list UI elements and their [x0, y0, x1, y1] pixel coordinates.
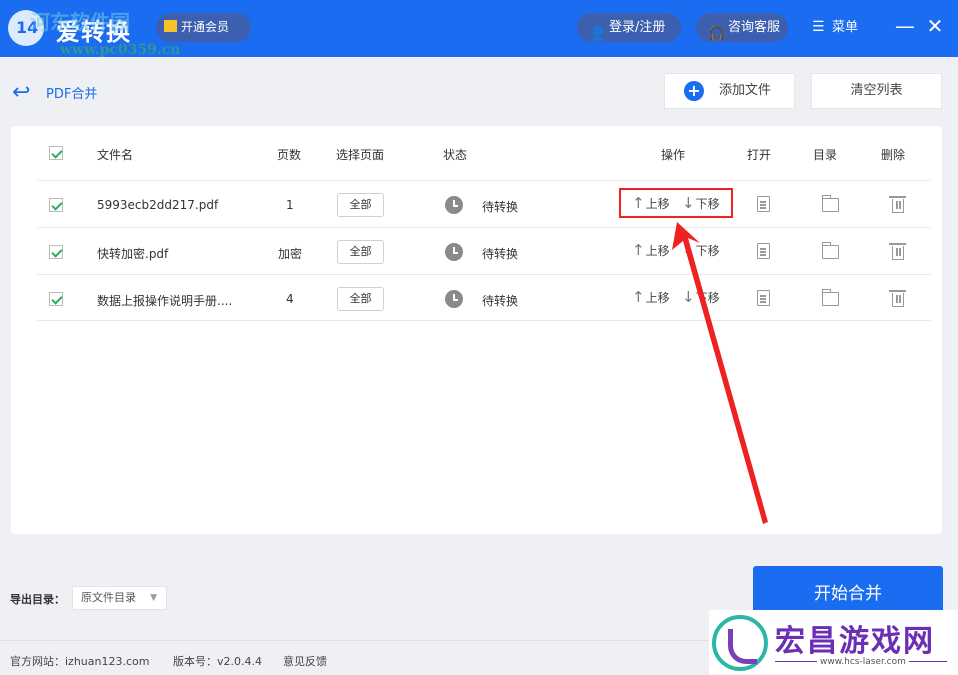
add-file-label: 添加文件 [719, 83, 772, 98]
clock-icon [445, 290, 463, 308]
clock-icon [445, 243, 463, 261]
row-filename: 5993ecb2dd217.pdf [97, 198, 219, 212]
open-file-icon[interactable] [757, 290, 770, 306]
watermark-logo-icon [712, 615, 768, 671]
watermark-text: 河东软件园 [30, 10, 130, 34]
export-value: 原文件目录 [81, 591, 136, 604]
login-button[interactable]: 👤 登录/注册 [577, 13, 681, 42]
row-checkbox[interactable] [49, 198, 63, 212]
export-directory-select[interactable]: 原文件目录 ▼ [72, 586, 167, 610]
row-filename: 快转加密.pdf [97, 247, 169, 261]
plus-icon: + [684, 81, 704, 101]
close-button[interactable]: ✕ [923, 14, 947, 38]
arrow-down-icon: ↓ [682, 241, 695, 259]
row-checkbox[interactable] [49, 292, 63, 306]
row-checkbox[interactable] [49, 245, 63, 259]
footer-feedback[interactable]: 意见反馈 [283, 653, 327, 669]
folder-icon[interactable] [821, 289, 839, 306]
menu-button[interactable]: ☰ 菜单 [812, 13, 858, 42]
user-icon: 👤 [589, 26, 607, 42]
header-select-pages: 选择页面 [336, 148, 385, 162]
row-status: 待转换 [482, 200, 519, 214]
vip-label: 开通会员 [181, 20, 230, 34]
header-pages: 页数 [277, 148, 302, 162]
export-label: 导出目录： [10, 593, 65, 606]
trash-icon[interactable] [889, 290, 906, 307]
caret-down-icon: ▼ [150, 593, 157, 603]
move-down-label: 下移 [695, 291, 720, 305]
header-filename: 文件名 [97, 148, 134, 162]
clock-icon [445, 196, 463, 214]
header-delete: 删除 [881, 148, 906, 162]
service-button[interactable]: 🎧 咨询客服 [696, 13, 788, 42]
folder-icon[interactable] [821, 195, 839, 212]
gift-icon [164, 20, 177, 32]
vip-button[interactable]: 开通会员 [156, 13, 251, 42]
corner-watermark-url: www.hcs-laser.com [817, 657, 909, 667]
row-pages: 4 [286, 292, 294, 306]
select-pages-button[interactable]: 全部 [337, 193, 384, 217]
row-status: 待转换 [482, 294, 519, 308]
header-open: 打开 [747, 148, 772, 162]
highlight-box [619, 188, 733, 218]
footer-website[interactable]: 官方网站：izhuan123.com [10, 653, 149, 669]
select-pages-button[interactable]: 全部 [337, 287, 384, 311]
menu-label: 菜单 [832, 20, 859, 35]
title-bar: 14 爱转换 河东软件园 www.pc0359.cn 开通会员 👤 登录/注册 🎧… [0, 0, 958, 58]
header-actions: 操作 [661, 148, 686, 162]
service-label: 咨询客服 [728, 20, 781, 35]
header-status: 状态 [443, 148, 468, 162]
header-directory: 目录 [813, 148, 838, 162]
trash-icon[interactable] [889, 196, 906, 213]
minimize-button[interactable]: — [893, 14, 917, 38]
trash-icon[interactable] [889, 243, 906, 260]
menu-icon: ☰ [812, 19, 825, 35]
select-all-checkbox[interactable] [49, 146, 63, 160]
row-pages: 加密 [278, 247, 303, 261]
table-row: 5993ecb2dd217.pdf 1 全部 待转换 ↑上移 ↓下移 [37, 180, 931, 227]
select-pages-button[interactable]: 全部 [337, 240, 384, 264]
file-table: 文件名 页数 选择页面 状态 操作 打开 目录 删除 5993ecb2dd217… [11, 126, 942, 534]
arrow-up-icon: ↑ [632, 288, 645, 306]
row-status: 待转换 [482, 247, 519, 261]
open-file-icon[interactable] [757, 196, 770, 212]
move-down-label: 下移 [695, 244, 720, 258]
table-row: 快转加密.pdf 加密 全部 待转换 ↑上移 ↓下移 [37, 227, 931, 274]
open-file-icon[interactable] [757, 243, 770, 259]
table-row: 数据上报操作说明手册.... 4 全部 待转换 ↑上移 ↓下移 [37, 274, 931, 321]
footer-version: 版本号：v2.0.4.4 [173, 655, 262, 668]
clear-list-button[interactable]: 清空列表 [811, 73, 942, 109]
move-up-button[interactable]: ↑上移 [632, 241, 670, 259]
move-up-label: 上移 [645, 291, 670, 305]
headset-icon: 🎧 [708, 26, 726, 42]
move-down-button[interactable]: ↓下移 [682, 241, 720, 259]
row-filename: 数据上报操作说明手册.... [97, 294, 233, 308]
watermark-url: www.pc0359.cn [60, 42, 181, 58]
add-file-button[interactable]: + 添加文件 [664, 73, 795, 109]
folder-icon[interactable] [821, 242, 839, 259]
arrow-up-icon: ↑ [632, 241, 645, 259]
move-down-button[interactable]: ↓下移 [682, 288, 720, 306]
move-up-button[interactable]: ↑上移 [632, 288, 670, 306]
breadcrumb: PDF合并 [46, 87, 98, 102]
login-label: 登录/注册 [609, 20, 666, 35]
move-up-label: 上移 [645, 244, 670, 258]
corner-watermark-title: 宏昌游戏网 [775, 624, 935, 659]
row-pages: 1 [286, 198, 294, 212]
back-arrow-icon[interactable]: ↩ [12, 80, 30, 105]
arrow-down-icon: ↓ [682, 288, 695, 306]
corner-watermark: 宏昌游戏网 www.hcs-laser.com [709, 610, 958, 675]
